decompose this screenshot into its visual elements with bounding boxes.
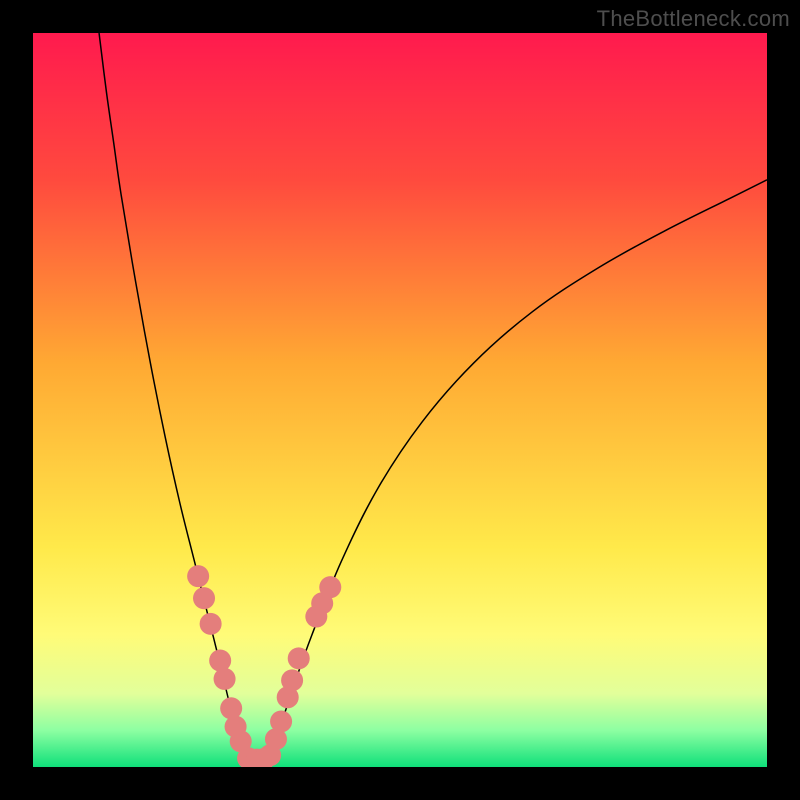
chart-frame: TheBottleneck.com [0,0,800,800]
bead-left [220,697,242,719]
bead-left [200,613,222,635]
bead-left [209,650,231,672]
bead-right [288,647,310,669]
left-curve [99,33,246,756]
plot-area [33,33,767,767]
curves-layer [33,33,767,767]
bead-left [214,668,236,690]
bead-left [193,587,215,609]
bead-right [281,669,303,691]
bead-group [187,565,341,767]
bead-right [319,576,341,598]
bead-left [187,565,209,587]
watermark-text: TheBottleneck.com [597,6,790,32]
bead-right [270,710,292,732]
right-curve [268,180,767,756]
